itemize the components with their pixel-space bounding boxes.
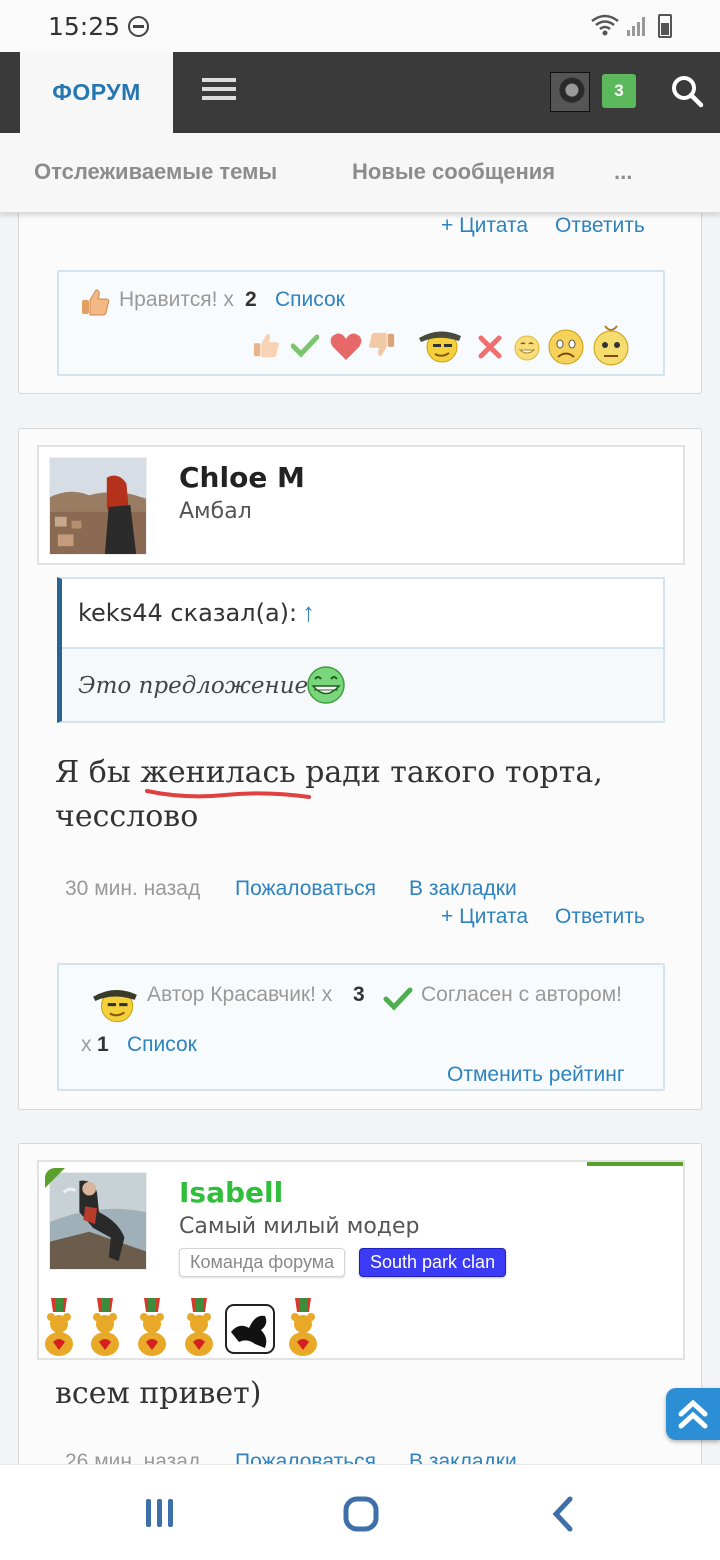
post: Chloe M Амбал keks44 сказал(а): ↑ Это пр… xyxy=(18,428,702,1110)
search-icon[interactable] xyxy=(670,74,704,108)
bear-medal-icon[interactable] xyxy=(283,1298,323,1358)
team-badge: Команда форума xyxy=(179,1248,346,1277)
system-nav-bar xyxy=(0,1464,720,1560)
message-text: всем привет) xyxy=(55,1376,262,1411)
cool-author-rating-icon[interactable] xyxy=(415,322,465,364)
dislike-rating-icon[interactable] xyxy=(367,330,397,360)
battery-icon xyxy=(658,14,672,38)
likes-count: 2 xyxy=(245,288,257,311)
reply-link[interactable]: Ответить xyxy=(555,214,645,238)
quote-link[interactable]: + Цитата xyxy=(441,905,528,929)
author-name[interactable]: Chloe M xyxy=(179,461,305,494)
back-icon[interactable] xyxy=(548,1495,578,1533)
likes-text: Нравится! x xyxy=(119,288,234,311)
thumbs-up-icon xyxy=(82,289,110,316)
quote-header: keks44 сказал(а): ↑ xyxy=(62,579,663,649)
undo-rating-link[interactable]: Отменить рейтинг xyxy=(447,1063,625,1087)
report-link[interactable]: Пожаловаться xyxy=(235,877,376,901)
post: + Цитата Ответить Нравится! x 2 Список xyxy=(18,200,702,394)
message-text: Я бы женилась ради такого торта, чесслов… xyxy=(55,751,603,839)
author-title: Самый милый модер xyxy=(179,1214,420,1239)
menu-icon[interactable] xyxy=(202,78,236,102)
bear-medal-icon[interactable] xyxy=(132,1298,172,1358)
quote-author: keks44 сказал(а): xyxy=(78,599,298,627)
ratings-summary: Автор Красавчик! x 3 Согласен с автором!… xyxy=(57,963,665,1091)
message-line: чесслово xyxy=(55,799,199,834)
status-bar: 15:25 xyxy=(0,0,720,52)
status-time: 15:25 xyxy=(48,12,121,41)
grin-rating-icon[interactable] xyxy=(513,334,541,362)
rating-cool-count: 3 xyxy=(353,983,365,1006)
grin-smiley-icon xyxy=(307,666,345,704)
tab-forum[interactable]: ФОРУМ xyxy=(20,52,173,133)
likes-summary: Нравится! x 2 Список xyxy=(57,270,665,376)
reply-link[interactable]: Ответить xyxy=(555,905,645,929)
author-name[interactable]: Isabell xyxy=(179,1176,283,1209)
scroll-top-button[interactable] xyxy=(666,1388,720,1440)
message-line: Я бы женилась ради такого торта, xyxy=(55,755,603,790)
user-card: Isabell Самый милый модер Команда форума… xyxy=(37,1160,685,1360)
nav-new-posts[interactable]: Новые сообщения xyxy=(352,159,555,185)
quote-block: keks44 сказал(а): ↑ Это предложение? xyxy=(57,577,665,723)
likes-list-link[interactable]: Список xyxy=(275,288,345,312)
rating-agree-count: 1 xyxy=(97,1033,109,1056)
cool-author-icon xyxy=(93,989,137,1023)
double-chevron-up-icon xyxy=(678,1399,708,1429)
nav-watched-threads[interactable]: Отслеживаемые темы xyxy=(34,159,277,185)
author-title: Амбал xyxy=(179,499,252,524)
quote-link[interactable]: + Цитата xyxy=(441,214,528,238)
do-not-disturb-icon xyxy=(128,16,149,37)
rating-cool-text: Автор Красавчик! x xyxy=(147,983,333,1006)
silhouette-award-icon[interactable] xyxy=(225,1304,275,1354)
moderator-ribbon xyxy=(587,1162,683,1166)
alerts-badge[interactable]: 3 xyxy=(602,74,636,108)
recent-apps-icon[interactable] xyxy=(142,1495,178,1531)
bear-medal-icon[interactable] xyxy=(85,1298,125,1358)
sub-navigation: Отслеживаемые темы Новые сообщения ... xyxy=(0,133,720,213)
rating-agree-text: Согласен с автором! xyxy=(421,983,622,1006)
cross-rating-icon[interactable] xyxy=(477,334,503,360)
awards-row xyxy=(39,1298,339,1360)
agree-icon xyxy=(383,987,413,1011)
agree-rating-icon[interactable] xyxy=(291,334,319,358)
ratings-list-link[interactable]: Список xyxy=(127,1033,197,1057)
quote-text: Это предложение? xyxy=(78,673,321,699)
avatar[interactable] xyxy=(49,1172,147,1270)
spellcheck-underline xyxy=(145,789,311,799)
wifi-icon xyxy=(591,14,619,36)
bear-medal-icon[interactable] xyxy=(39,1298,79,1358)
quote-jump-arrow[interactable]: ↑ xyxy=(302,597,315,628)
user-avatar[interactable] xyxy=(550,72,590,112)
avatar[interactable] xyxy=(49,457,147,555)
nav-more[interactable]: ... xyxy=(614,159,632,185)
rating-agree-prefix: x xyxy=(81,1033,92,1056)
post-time[interactable]: 30 мин. назад xyxy=(65,877,200,901)
sad-rating-icon[interactable] xyxy=(547,328,585,366)
confused-rating-icon[interactable] xyxy=(591,322,631,366)
heart-rating-icon[interactable] xyxy=(329,332,363,362)
home-icon[interactable] xyxy=(342,1495,380,1533)
like-rating-icon[interactable] xyxy=(251,330,281,360)
clan-badge: South park clan xyxy=(359,1248,507,1277)
app-header: ФОРУМ 3 xyxy=(0,52,720,133)
user-card: Chloe M Амбал xyxy=(37,445,685,565)
bear-medal-icon[interactable] xyxy=(179,1298,219,1358)
signal-icon xyxy=(627,17,645,36)
bookmark-link[interactable]: В закладки xyxy=(409,877,517,901)
quote-body: Это предложение? xyxy=(62,649,663,721)
